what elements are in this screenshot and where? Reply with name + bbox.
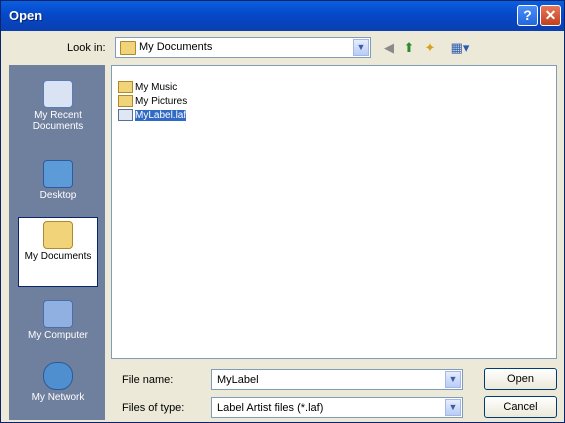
look-in-label: Look in: bbox=[67, 42, 106, 54]
help-button[interactable]: ? bbox=[517, 5, 538, 26]
folder-icon bbox=[118, 81, 133, 94]
open-dialog: Open ? ✕ Look in: My Documents ▼ ◀ ⬆ ✦ ▦… bbox=[0, 0, 565, 423]
file-list[interactable]: My Music My Pictures MyLabel.laf bbox=[111, 65, 557, 359]
place-label: My Computer bbox=[27, 330, 88, 341]
open-button[interactable]: Open bbox=[484, 368, 557, 390]
file-name: MyLabel.laf bbox=[135, 110, 187, 121]
file-name-input[interactable]: MyLabel ▼ bbox=[211, 369, 463, 390]
list-item[interactable]: My Pictures bbox=[118, 95, 187, 108]
place-my-documents[interactable]: My Documents bbox=[18, 217, 98, 287]
place-desktop[interactable]: Desktop bbox=[18, 157, 98, 221]
file-name-value: MyLabel bbox=[217, 374, 259, 386]
file-type-value: Label Artist files (*.laf) bbox=[217, 402, 324, 414]
views-menu-icon[interactable]: ▦▾ bbox=[445, 39, 475, 57]
place-label: My Network bbox=[31, 392, 85, 403]
file-name: My Pictures bbox=[135, 96, 188, 107]
close-button[interactable]: ✕ bbox=[540, 5, 561, 26]
file-type-label: Files of type: bbox=[122, 402, 185, 414]
file-name-label: File name: bbox=[122, 374, 174, 386]
place-label: My Documents bbox=[24, 251, 92, 262]
up-folder-icon[interactable]: ⬆ bbox=[401, 39, 417, 57]
dialog-title: Open bbox=[9, 8, 43, 23]
file-name: My Music bbox=[135, 82, 178, 93]
place-my-network[interactable]: My Network bbox=[18, 359, 98, 423]
cancel-button[interactable]: Cancel bbox=[484, 396, 557, 418]
place-label: Desktop bbox=[39, 190, 77, 201]
look-in-dropdown[interactable]: My Documents ▼ bbox=[115, 37, 371, 58]
my-documents-icon bbox=[43, 221, 73, 249]
chevron-down-icon[interactable]: ▼ bbox=[445, 399, 461, 416]
folder-icon bbox=[118, 95, 133, 108]
list-item-selected[interactable]: MyLabel.laf bbox=[118, 109, 187, 122]
place-my-recent-documents[interactable]: My Recent Documents bbox=[18, 77, 98, 141]
file-type-dropdown[interactable]: Label Artist files (*.laf) ▼ bbox=[211, 397, 463, 418]
place-my-computer[interactable]: My Computer bbox=[18, 297, 98, 361]
recent-documents-icon bbox=[43, 80, 73, 108]
my-computer-icon bbox=[43, 300, 73, 328]
back-icon[interactable]: ◀ bbox=[381, 39, 397, 57]
my-network-icon bbox=[43, 362, 73, 390]
list-item[interactable]: My Music bbox=[118, 81, 177, 94]
places-bar: My Recent Documents Desktop My Documents… bbox=[9, 65, 105, 420]
file-icon bbox=[118, 109, 133, 122]
folder-icon bbox=[120, 41, 136, 55]
chevron-down-icon[interactable]: ▼ bbox=[445, 371, 461, 388]
chevron-down-icon[interactable]: ▼ bbox=[353, 39, 369, 56]
place-label: My Recent Documents bbox=[32, 110, 84, 132]
new-folder-icon[interactable]: ✦ bbox=[421, 39, 439, 57]
desktop-icon bbox=[43, 160, 73, 188]
title-bar[interactable]: Open ? ✕ bbox=[1, 1, 564, 31]
look-in-value: My Documents bbox=[139, 41, 213, 53]
